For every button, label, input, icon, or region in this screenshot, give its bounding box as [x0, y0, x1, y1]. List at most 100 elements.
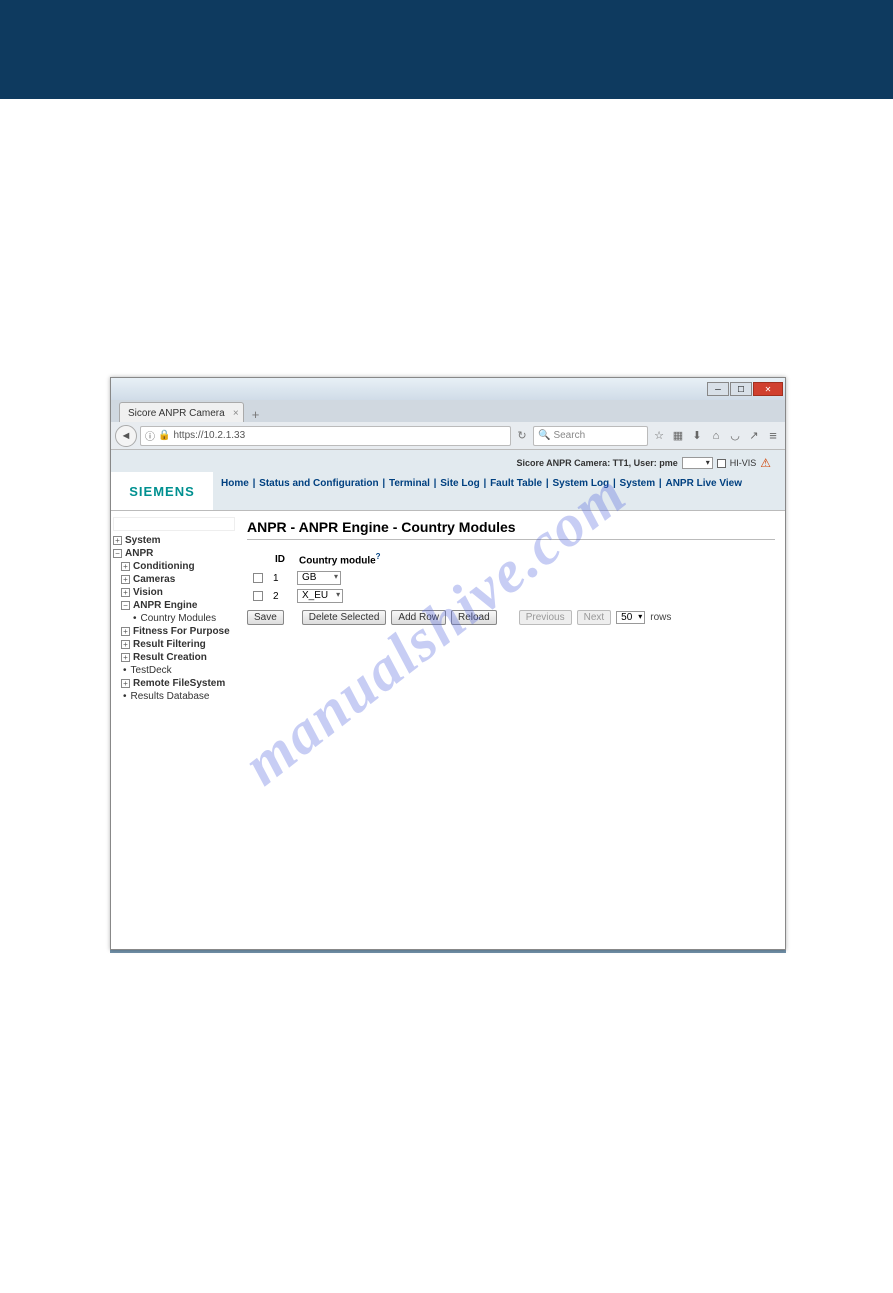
tree-node-fitness-for-purpose[interactable]: +Fitness For Purpose — [113, 625, 235, 638]
tree-node-anpr-engine[interactable]: −ANPR Engine — [113, 599, 235, 612]
nav-status[interactable]: Status and Configuration — [259, 478, 378, 489]
expand-icon[interactable]: + — [121, 588, 130, 597]
tree-node-result-filtering[interactable]: +Result Filtering — [113, 638, 235, 651]
tree-label: Conditioning — [133, 561, 195, 572]
tree-node-cameras[interactable]: +Cameras — [113, 573, 235, 586]
library-icon[interactable]: ▦ — [670, 428, 686, 444]
camera-select[interactable] — [682, 457, 713, 469]
rows-per-page-select[interactable]: 50 — [616, 611, 645, 624]
url-input[interactable]: ⓘ 🔒 https://10.2.1.33 — [140, 426, 511, 446]
url-text: https://10.2.1.33 — [173, 430, 245, 441]
country-modules-table: ID Country module? 1GB2X_EU — [247, 548, 389, 606]
country-module-select[interactable]: X_EU — [297, 589, 343, 603]
col-id: ID — [269, 550, 291, 568]
expand-icon[interactable]: + — [121, 679, 130, 688]
search-icon: 🔍 — [538, 430, 550, 441]
tree-node-anpr[interactable]: −ANPR — [113, 547, 235, 560]
tree-node-country-modules[interactable]: • Country Modules — [113, 612, 235, 625]
nav-home[interactable]: Home — [221, 478, 249, 489]
content-area: ANPR - ANPR Engine - Country Modules ID … — [237, 511, 785, 949]
hamburger-menu-icon[interactable]: ≡ — [765, 428, 781, 444]
col-module: Country module? — [293, 550, 387, 568]
window-maximize-button[interactable]: ☐ — [730, 382, 752, 396]
back-button[interactable]: ◄ — [115, 425, 137, 447]
browser-window: manualshive.com ─ ☐ ✕ Sicore ANPR Camera… — [110, 377, 786, 950]
nav-systemlog[interactable]: System Log — [552, 478, 609, 489]
new-tab-button[interactable]: + — [246, 407, 266, 422]
nav-faulttable[interactable]: Fault Table — [490, 478, 542, 489]
expand-icon[interactable]: + — [121, 653, 130, 662]
nav-liveview[interactable]: ANPR Live View — [665, 478, 742, 489]
next-button[interactable]: Next — [577, 610, 612, 625]
home-icon[interactable]: ⌂ — [708, 428, 724, 444]
browser-tab-bar: Sicore ANPR Camera × + — [111, 400, 785, 422]
tab-title: Sicore ANPR Camera — [128, 408, 225, 419]
tree-label: Vision — [133, 587, 163, 598]
hivis-checkbox[interactable] — [717, 459, 726, 468]
sidebar-search-box[interactable] — [113, 517, 235, 531]
warning-icon[interactable]: ⚠ — [760, 456, 771, 470]
window-titlebar: ─ ☐ ✕ — [111, 378, 785, 400]
tree-label: ANPR Engine — [133, 600, 197, 611]
expand-icon[interactable]: − — [121, 601, 130, 610]
table-row: 2X_EU — [249, 588, 387, 604]
status-text: Sicore ANPR Camera: TT1, User: pme — [516, 458, 677, 468]
pocket-icon[interactable]: ◡ — [727, 428, 743, 444]
expand-icon[interactable]: + — [121, 627, 130, 636]
lock-warning-icon: 🔒 — [158, 430, 170, 441]
tree-label: Result Filtering — [133, 639, 206, 650]
divider — [247, 539, 775, 540]
pin-icon[interactable]: ↗ — [746, 428, 762, 444]
reload-button[interactable]: Reload — [451, 610, 497, 625]
whitespace — [0, 99, 893, 377]
tree-label: Result Creation — [133, 652, 207, 663]
hivis-label: HI-VIS — [730, 458, 757, 468]
nav-terminal[interactable]: Terminal — [389, 478, 430, 489]
tree-node-results-database[interactable]: •Results Database — [113, 690, 235, 703]
row-checkbox[interactable] — [253, 591, 263, 601]
add-row-button[interactable]: Add Row — [391, 610, 446, 625]
window-close-button[interactable]: ✕ — [753, 382, 783, 396]
tree-label: Country Modules — [141, 613, 217, 624]
search-placeholder: Search — [553, 430, 585, 441]
tree-label: Results Database — [131, 691, 210, 702]
tree-label: TestDeck — [131, 665, 172, 676]
download-icon[interactable]: ⬇ — [689, 428, 705, 444]
tree-node-vision[interactable]: +Vision — [113, 586, 235, 599]
nav-system[interactable]: System — [620, 478, 656, 489]
expand-icon[interactable]: + — [121, 575, 130, 584]
page-title: ANPR - ANPR Engine - Country Modules — [247, 519, 775, 535]
country-module-select[interactable]: GB — [297, 571, 341, 585]
help-icon[interactable]: ? — [376, 552, 381, 561]
whitespace — [0, 953, 893, 1293]
browser-tab[interactable]: Sicore ANPR Camera × — [119, 402, 244, 422]
tree-node-result-creation[interactable]: +Result Creation — [113, 651, 235, 664]
app-body: +System−ANPR+Conditioning+Cameras+Vision… — [111, 511, 785, 949]
logo-container: SIEMENS — [111, 472, 213, 510]
top-banner — [0, 0, 893, 99]
nav-sitelog[interactable]: Site Log — [440, 478, 479, 489]
expand-icon[interactable]: + — [121, 640, 130, 649]
bullet-icon: • — [133, 613, 137, 624]
expand-icon[interactable]: + — [113, 536, 122, 545]
tree-node-remote-filesystem[interactable]: +Remote FileSystem — [113, 677, 235, 690]
tree-node-system[interactable]: +System — [113, 534, 235, 547]
top-nav: Home | Status and Configuration | Termin… — [213, 472, 777, 495]
search-input[interactable]: 🔍 Search — [533, 426, 648, 446]
tab-close-icon[interactable]: × — [233, 408, 239, 419]
tree-node-conditioning[interactable]: +Conditioning — [113, 560, 235, 573]
info-icon: ⓘ — [145, 428, 155, 443]
expand-icon[interactable]: − — [113, 549, 122, 558]
window-minimize-button[interactable]: ─ — [707, 382, 729, 396]
row-checkbox[interactable] — [253, 573, 263, 583]
browser-toolbar: ◄ ⓘ 🔒 https://10.2.1.33 ↻ 🔍 Search ☆ ▦ ⬇… — [111, 422, 785, 450]
delete-selected-button[interactable]: Delete Selected — [302, 610, 387, 625]
tree-label: Remote FileSystem — [133, 678, 225, 689]
bookmark-star-icon[interactable]: ☆ — [651, 428, 667, 444]
expand-icon[interactable]: + — [121, 562, 130, 571]
tree-label: Fitness For Purpose — [133, 626, 230, 637]
tree-node-testdeck[interactable]: •TestDeck — [113, 664, 235, 677]
reload-icon[interactable]: ↻ — [514, 429, 530, 442]
previous-button[interactable]: Previous — [519, 610, 572, 625]
save-button[interactable]: Save — [247, 610, 284, 625]
